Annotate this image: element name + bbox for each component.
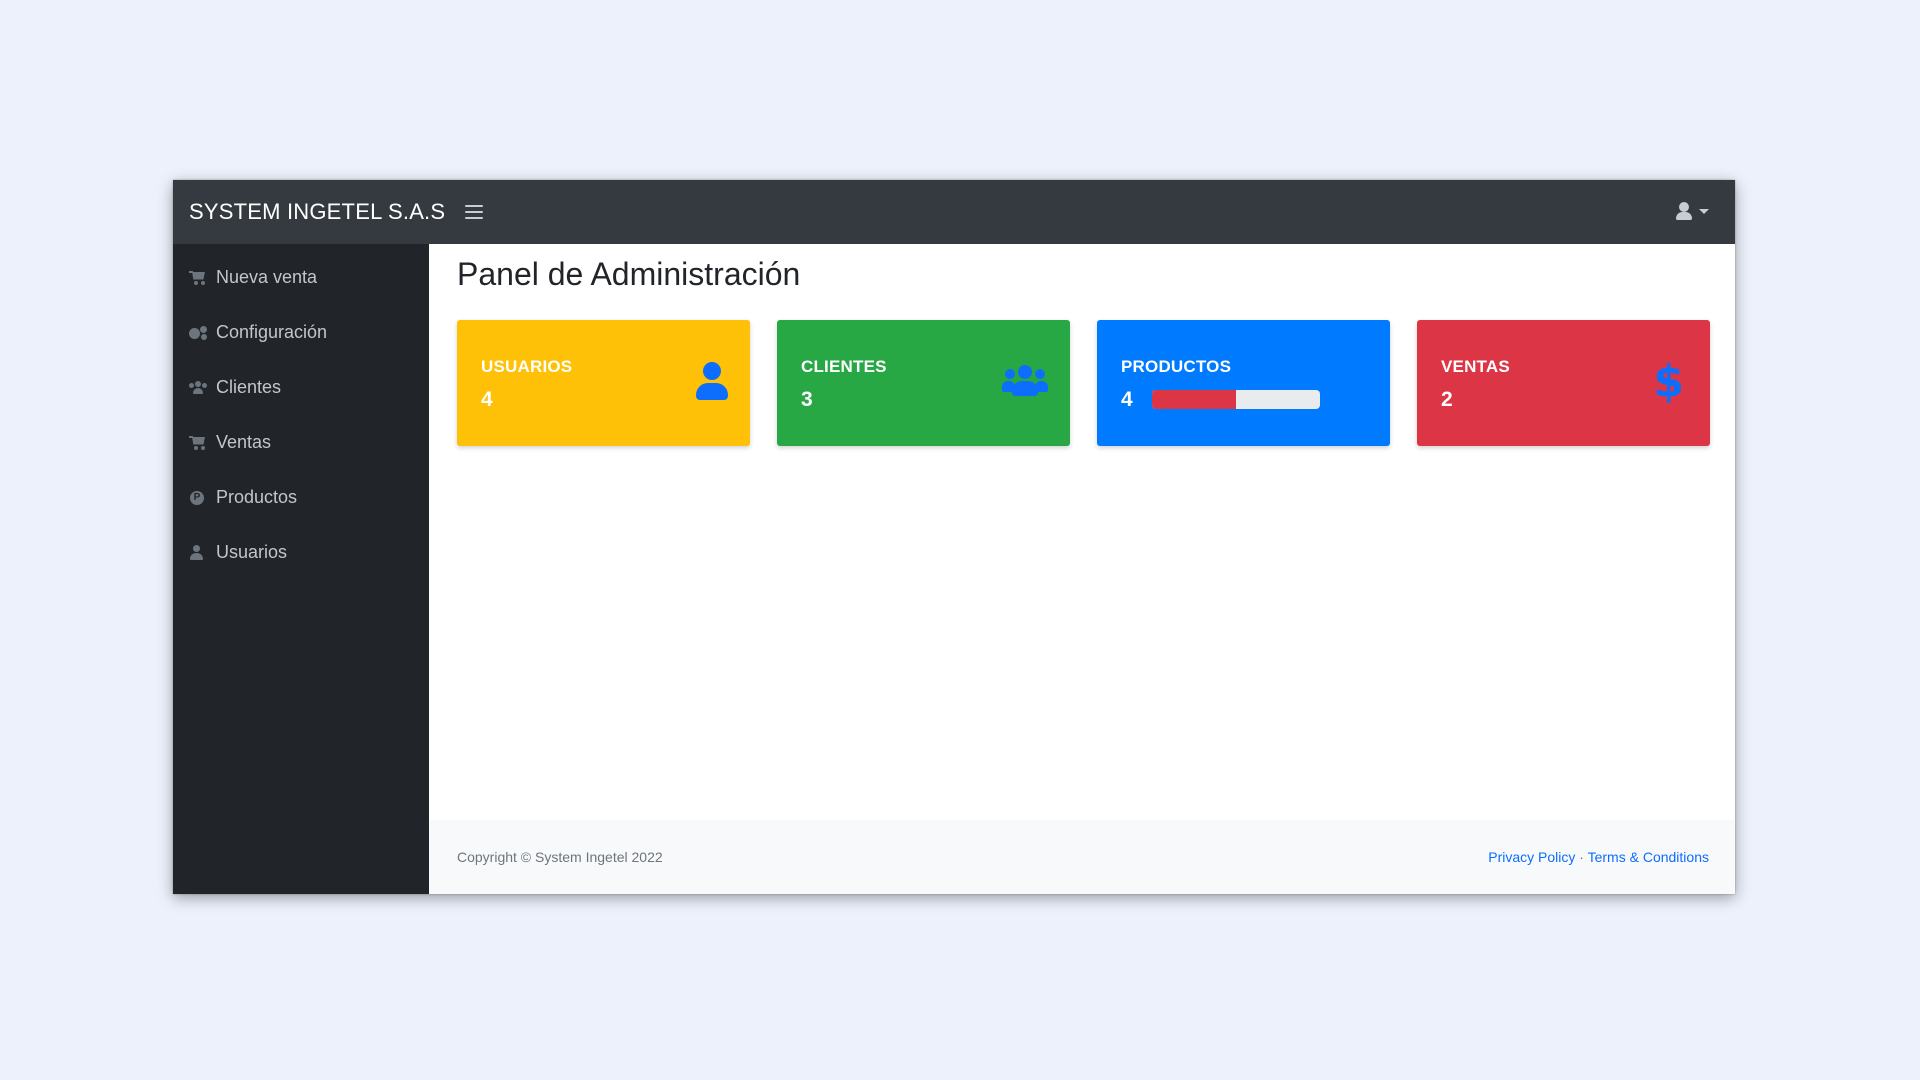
sidebar-item-productos[interactable]: P Productos (173, 470, 429, 525)
top-navbar: SYSTEM INGETEL S.A.S (173, 180, 1735, 244)
sidebar-item-label: Productos (216, 487, 298, 507)
card-value: 4 (1121, 388, 1133, 411)
sidebar-item-clientes[interactable]: Clientes (173, 360, 429, 415)
main-content: Panel de Administración USUARIOS 4 CLIEN… (429, 244, 1735, 894)
card-ventas[interactable]: VENTAS 2 $ (1417, 320, 1710, 446)
link-separator: · (1579, 849, 1584, 865)
card-value: 4 (481, 388, 493, 411)
user-icon (1675, 202, 1693, 220)
sidebar: Nueva venta Configuración Clientes Venta… (173, 244, 429, 894)
sidebar-toggle-button[interactable] (465, 205, 484, 219)
bars-icon (465, 205, 484, 207)
cart-icon (189, 270, 207, 286)
navbar-brand[interactable]: SYSTEM INGETEL S.A.S (189, 199, 445, 225)
app-window: SYSTEM INGETEL S.A.S Nueva venta Configu… (173, 180, 1735, 894)
user-dropdown-button[interactable] (1675, 202, 1709, 220)
privacy-policy-link[interactable]: Privacy Policy (1488, 849, 1575, 865)
dollar-icon: $ (1653, 356, 1684, 407)
sidebar-item-ventas[interactable]: Ventas (173, 415, 429, 470)
footer: Copyright © System Ingetel 2022 Privacy … (429, 820, 1735, 894)
progress-bar (1152, 390, 1320, 409)
sidebar-item-configuracion[interactable]: Configuración (173, 305, 429, 360)
sidebar-item-label: Ventas (216, 432, 272, 452)
card-label: USUARIOS (481, 357, 573, 376)
sidebar-item-nueva-venta[interactable]: Nueva venta (173, 250, 429, 305)
card-label: CLIENTES (801, 357, 887, 376)
card-usuarios[interactable]: USUARIOS 4 (457, 320, 750, 446)
footer-links: Privacy Policy · Terms & Conditions (1488, 849, 1709, 865)
user-icon (189, 544, 207, 561)
card-value: 3 (801, 388, 813, 411)
sidebar-item-label: Configuración (216, 322, 328, 342)
terms-conditions-link[interactable]: Terms & Conditions (1588, 849, 1709, 865)
cart-icon (189, 435, 207, 451)
cogs-icon (189, 325, 207, 341)
copyright-text: Copyright © System Ingetel 2022 (457, 849, 663, 865)
users-icon (1002, 365, 1048, 397)
progress-fill (1152, 390, 1236, 409)
sidebar-item-label: Nueva venta (216, 267, 318, 287)
card-productos[interactable]: PRODUCTOS 4 (1097, 320, 1390, 446)
product-icon: P (189, 490, 207, 506)
sidebar-item-usuarios[interactable]: Usuarios (173, 525, 429, 580)
sidebar-item-label: Usuarios (216, 542, 288, 562)
sidebar-item-label: Clientes (216, 377, 282, 397)
card-clientes[interactable]: CLIENTES 3 (777, 320, 1070, 446)
card-label: PRODUCTOS (1121, 357, 1232, 376)
users-icon (189, 380, 207, 396)
card-value: 2 (1441, 388, 1453, 411)
user-icon (696, 362, 728, 400)
caret-down-icon (1699, 208, 1709, 214)
card-label: VENTAS (1441, 357, 1510, 376)
page-title: Panel de Administración (457, 256, 801, 292)
